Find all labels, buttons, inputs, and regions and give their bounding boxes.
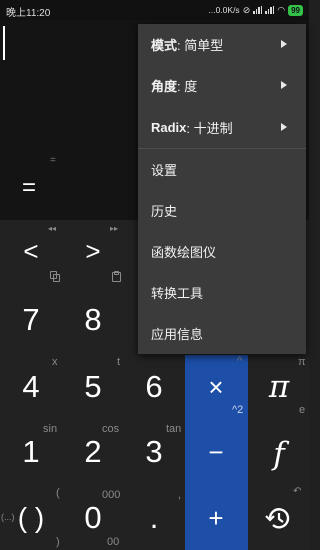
signal-icon [253,6,263,14]
hint-e: e [299,404,306,416]
pi-button[interactable]: π [248,367,310,407]
cursor-right-button[interactable]: > [62,231,124,271]
digit-0-button[interactable]: 0 [62,498,124,538]
status-time: 晚上11:20 [6,8,51,19]
submenu-arrow-icon [281,40,287,48]
multiply-button[interactable]: × [185,367,247,407]
history-icon[interactable] [263,505,293,531]
hint-power-2: ^2 [232,404,244,416]
status-indicators: ...0.0K/s ⊘ ◠ 99 [208,3,303,17]
cursor-left-button[interactable]: < [0,231,62,271]
parentheses-button[interactable]: ( ) [0,498,62,538]
wifi-icon: ◠ [277,4,286,15]
digit-4-button[interactable]: 4 [0,367,62,407]
menu-item-plotter[interactable]: 函数绘图仪 [138,231,306,272]
menu-radix-value: : 十进制 [186,121,233,136]
menu-item-mode[interactable]: 模式: 简单型 [138,24,306,65]
menu-item-history[interactable]: 历史 [138,190,306,231]
result-equals: = [22,174,37,201]
status-bar: 晚上11:20 ...0.0K/s ⊘ ◠ 99 [0,0,309,20]
menu-item-app-info[interactable]: 应用信息 [138,313,306,354]
plus-button[interactable]: + [185,498,247,538]
signal-icon [265,6,275,14]
submenu-arrow-icon [281,81,287,89]
menu-angle-key: 角度 [151,79,178,94]
digit-3-button[interactable]: 3 [123,432,185,472]
menu-item-angle[interactable]: 角度: 度 [138,65,306,106]
network-speed: ...0.0K/s [208,5,240,15]
equals-indicator: = [50,155,56,166]
battery-icon: 99 [288,4,303,16]
hint-caret: ^ [237,355,243,367]
undo-icon[interactable]: ↶ [293,486,301,497]
function-button[interactable]: f [248,434,310,474]
digit-2-button[interactable]: 2 [62,432,124,472]
submenu-arrow-icon [281,123,287,131]
minus-button[interactable]: − [185,432,247,472]
overflow-menu: 模式: 简单型 角度: 度 Radix: 十进制 设置 历史 函数绘图仪 转换工… [138,24,306,354]
menu-angle-value: : 度 [177,79,198,94]
menu-item-radix[interactable]: Radix: 十进制 [138,107,306,148]
paste-icon[interactable] [112,271,121,282]
digit-8-button[interactable]: 8 [62,300,124,340]
menu-mode-value: : 简单型 [177,38,224,53]
digit-5-button[interactable]: 5 [62,367,124,407]
digit-6-button[interactable]: 6 [123,367,185,407]
digit-7-button[interactable]: 7 [0,300,62,340]
menu-radix-key: Radix [151,120,187,135]
menu-item-settings[interactable]: 设置 [138,149,306,190]
digit-1-button[interactable]: 1 [0,432,62,472]
copy-icon[interactable] [50,271,60,282]
alarm-icon: ⊘ [242,4,251,15]
decimal-point-button[interactable]: . [123,498,185,538]
input-cursor [3,26,5,60]
menu-item-converter[interactable]: 转换工具 [138,272,306,313]
hint-close-paren: ) [56,536,60,548]
menu-mode-key: 模式 [151,38,178,53]
hint-hundred: 00 [107,536,120,548]
